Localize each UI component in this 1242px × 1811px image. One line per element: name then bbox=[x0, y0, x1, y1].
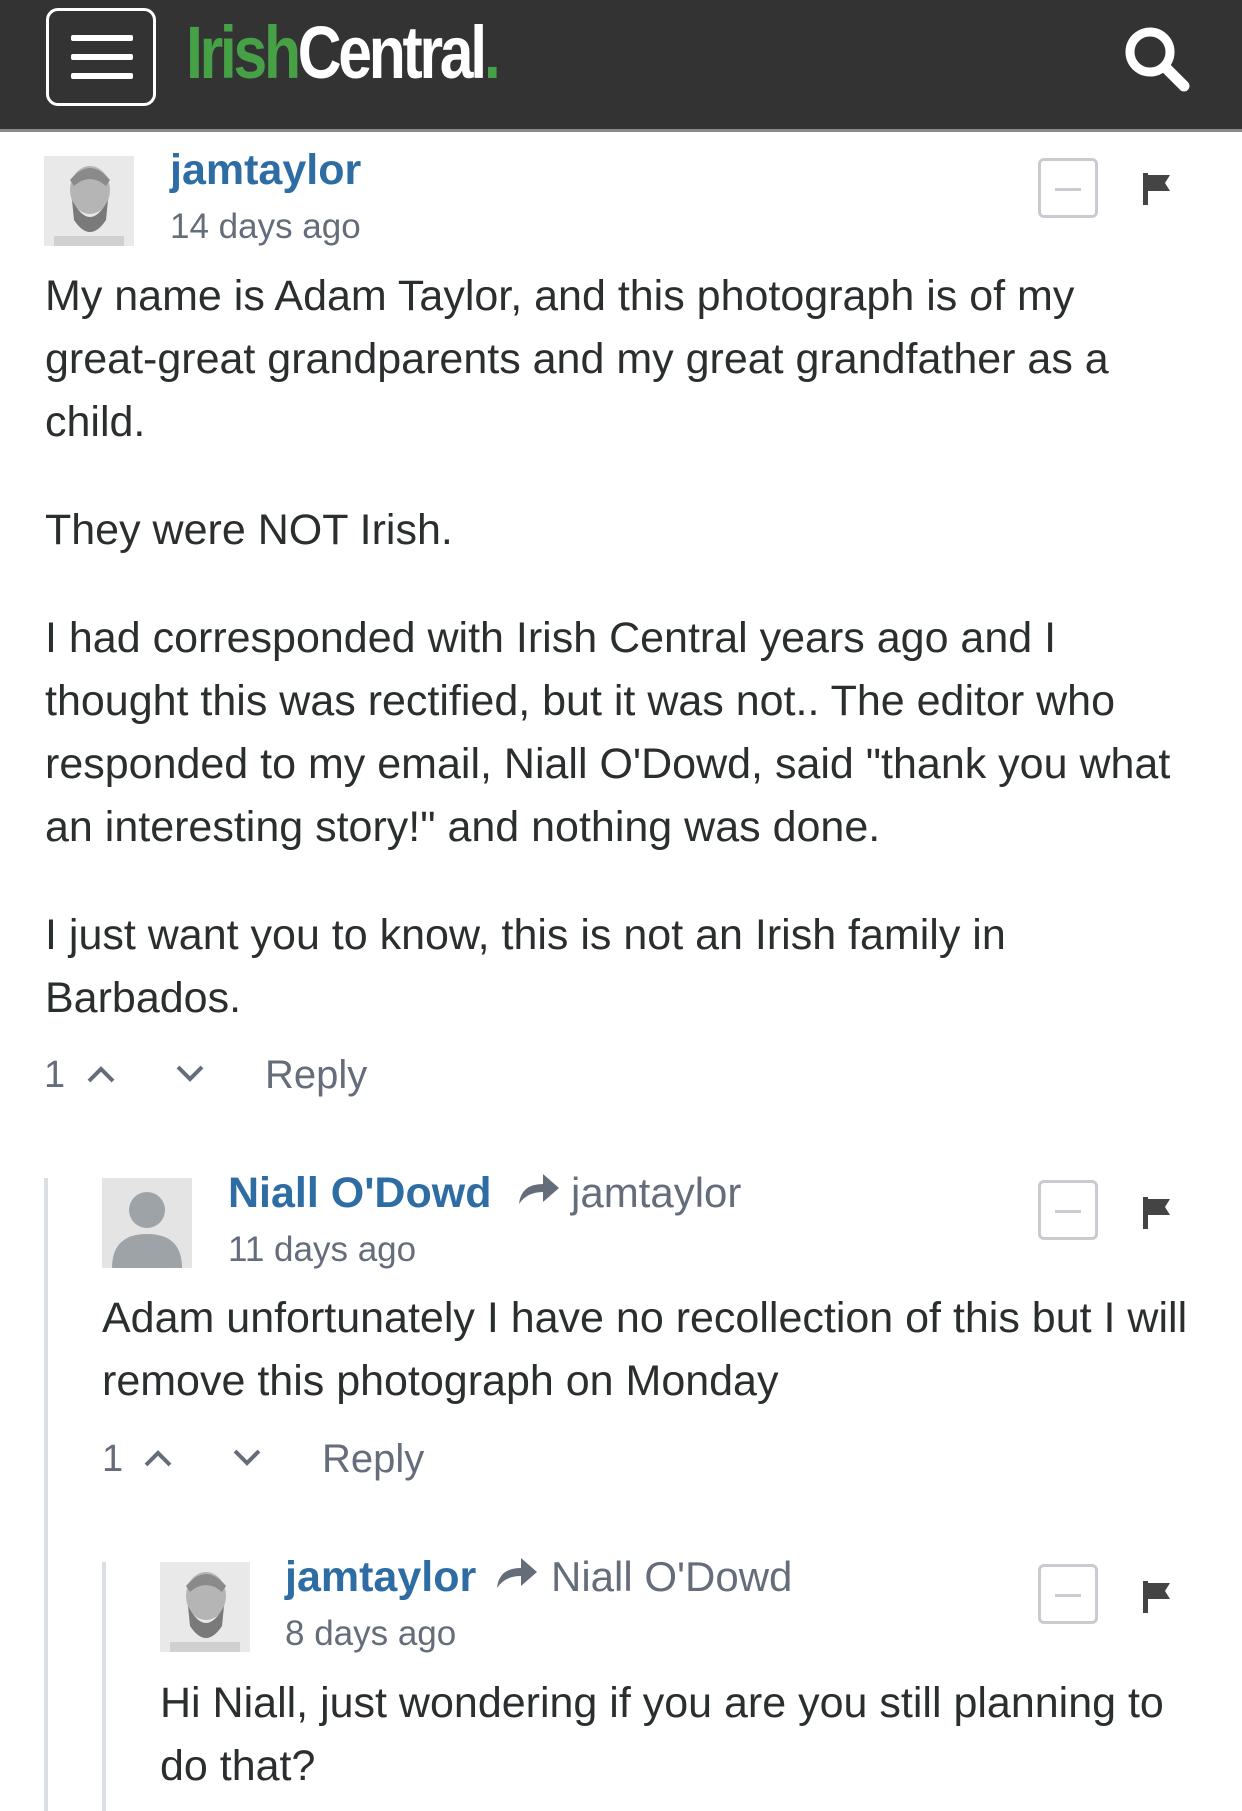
avatar[interactable] bbox=[160, 1562, 250, 1652]
user-photo-icon bbox=[160, 1562, 250, 1652]
flag-icon bbox=[1143, 1581, 1170, 1613]
comment-reply-nested: jamtaylor Niall O'Dowd 8 days ago Hi Nia… bbox=[0, 0, 1242, 1811]
comment-body: Hi Niall, just wondering if you are you … bbox=[160, 1672, 1200, 1798]
flag-button[interactable] bbox=[1142, 1580, 1172, 1614]
minus-icon bbox=[1055, 1594, 1081, 1597]
collapse-button[interactable] bbox=[1038, 1564, 1098, 1624]
comment-author[interactable]: jamtaylor bbox=[285, 1552, 476, 1602]
comment-paragraph: Hi Niall, just wondering if you are you … bbox=[160, 1679, 1164, 1790]
reply-arrow bbox=[495, 1554, 539, 1590]
reply-to-user[interactable]: Niall O'Dowd bbox=[551, 1552, 792, 1602]
reply-arrow-icon bbox=[497, 1558, 537, 1588]
comment-timestamp[interactable]: 8 days ago bbox=[285, 1613, 456, 1655]
